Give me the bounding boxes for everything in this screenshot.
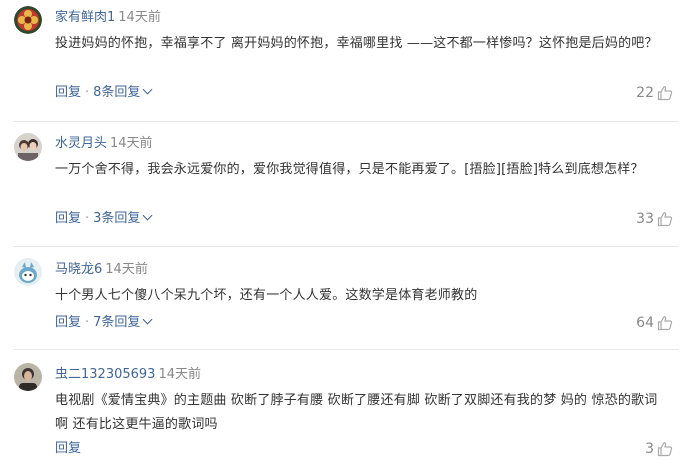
flower-avatar-icon (14, 6, 42, 34)
thumbs-up-icon (657, 316, 673, 331)
comment-divider (14, 121, 679, 122)
like-button[interactable]: 22 (636, 85, 673, 101)
view-replies-button[interactable]: 8条回复 (93, 84, 153, 100)
replies-count: 7条回复 (93, 315, 141, 330)
like-count: 3 (645, 441, 654, 457)
view-replies-button[interactable]: 3条回复 (93, 210, 153, 226)
comment-time: 14天前 (158, 367, 201, 382)
user-avatar[interactable] (14, 6, 42, 34)
username-link[interactable]: 虫二132305693 (55, 367, 155, 382)
action-separator: · (85, 85, 90, 100)
reply-button[interactable]: 回复 (55, 441, 81, 456)
comment-text: 电视剧《爱情宝典》的主题曲 砍断了脖子有腰 砍断了腰还有脚 砍断了双脚还有我的梦… (55, 393, 658, 432)
comment-time: 14天前 (110, 136, 153, 151)
portrait-avatar-icon (14, 363, 42, 391)
photo-avatar-icon (14, 133, 42, 161)
chevron-down-icon (142, 314, 153, 325)
comment-text: 一万个舍不得，我会永远爱你的，爱你我觉得值得，只是不能再爱了。[捂脸][捂脸]特… (55, 162, 644, 177)
comment-divider (14, 349, 679, 350)
thumbs-up-icon (657, 212, 673, 227)
action-separator: · (85, 211, 90, 226)
comment-divider (14, 246, 679, 247)
like-button[interactable]: 64 (636, 315, 673, 331)
like-button[interactable]: 33 (636, 211, 673, 227)
reply-button[interactable]: 回复 (55, 211, 81, 226)
comment-actions: 回复 · 3条回复 (55, 210, 153, 227)
thumbs-up-icon (657, 86, 673, 101)
comment-actions: 回复 · 7条回复 (55, 314, 153, 331)
cartoon-avatar-icon (14, 258, 42, 286)
comment-header: 虫二132305693 14天前 (55, 367, 201, 383)
reply-button[interactable]: 回复 (55, 315, 81, 330)
like-count: 64 (636, 315, 654, 331)
view-replies-button[interactable]: 7条回复 (93, 314, 153, 330)
username-link[interactable]: 家有鲜肉1 (55, 10, 115, 25)
comment-actions: 回复 · 8条回复 (55, 84, 153, 101)
username-link[interactable]: 水灵月头 (55, 136, 107, 151)
comment-time: 14天前 (118, 10, 161, 25)
reply-button[interactable]: 回复 (55, 85, 81, 100)
like-count: 22 (636, 85, 654, 101)
comment-header: 水灵月头 14天前 (55, 136, 153, 152)
replies-count: 3条回复 (93, 211, 141, 226)
action-separator: · (85, 315, 90, 330)
comment-text: 十个男人七个傻八个呆九个坏，还有一个人人爱。这数学是体育老师教的 (55, 288, 478, 303)
comment-actions: 回复 (55, 441, 81, 457)
comment-time: 14天前 (105, 262, 148, 277)
comment-text: 投进妈妈的怀抱，幸福享不了 离开妈妈的怀抱，幸福哪里找 ——这不都一样惨吗？这怀… (55, 36, 658, 51)
user-avatar[interactable] (14, 363, 42, 391)
comment-header: 马晓龙6 14天前 (55, 262, 148, 278)
comment-header: 家有鲜肉1 14天前 (55, 10, 161, 26)
like-count: 33 (636, 211, 654, 227)
user-avatar[interactable] (14, 133, 42, 161)
username-link[interactable]: 马晓龙6 (55, 262, 102, 277)
like-button[interactable]: 3 (645, 441, 673, 457)
user-avatar[interactable] (14, 258, 42, 286)
chevron-down-icon (142, 210, 153, 221)
thumbs-up-icon (657, 442, 673, 457)
replies-count: 8条回复 (93, 85, 141, 100)
chevron-down-icon (142, 84, 153, 95)
